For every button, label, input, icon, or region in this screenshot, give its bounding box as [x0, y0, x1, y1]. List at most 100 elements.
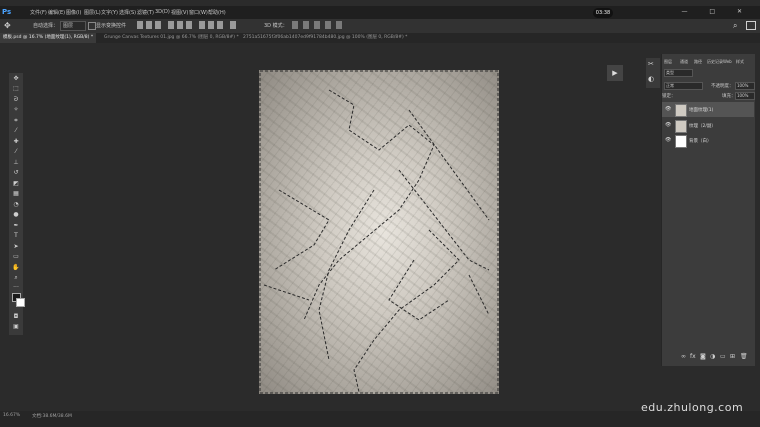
fill-label: 填充： [722, 94, 736, 99]
menu-item[interactable]: 编辑(E) [48, 9, 65, 16]
3d-mode-icon[interactable] [303, 21, 309, 29]
document-tab[interactable]: 模板.psd @ 16.7% (地面纹理(1), RGB/8) * [0, 33, 97, 43]
document-tab[interactable]: 2751a51675f3f06ab1407ed9f91784b480.jpg @… [243, 33, 407, 43]
layer-filter-dropdown[interactable]: 类型 [664, 69, 693, 77]
workspace-icon[interactable] [746, 21, 756, 30]
menu-item[interactable]: 滤镜(T) [137, 9, 154, 16]
align-icon[interactable] [146, 21, 152, 29]
visibility-eye-icon[interactable]: 👁 [665, 137, 671, 143]
move-tool-icon[interactable]: ✥ [4, 21, 11, 30]
lock-label: 锁定： [662, 94, 676, 99]
opacity-input[interactable]: 100% [735, 82, 755, 90]
photoshop-logo: Ps [2, 8, 12, 16]
menu-item[interactable]: 图像(I) [66, 9, 81, 16]
history-brush-icon[interactable]: ↺ [11, 169, 21, 177]
align-icon[interactable] [168, 21, 174, 29]
document-tab[interactable]: Grunge Canvas Textures 01.jpg @ 66.7% (图… [104, 33, 239, 43]
align-icon[interactable] [186, 21, 192, 29]
watermark: edu.zhulong.com [641, 401, 744, 414]
layer-style-icon[interactable]: fx [690, 353, 696, 360]
marquee-tool-icon[interactable]: ⬚ [11, 85, 21, 93]
zoom-tool-icon[interactable]: ⌕ [11, 274, 21, 282]
shape-tool-icon[interactable]: ▭ [11, 253, 21, 261]
search-icon[interactable]: ⌕ [733, 21, 737, 31]
window-controls[interactable]: — □ ✕ [681, 8, 752, 15]
adjustment-layer-icon[interactable]: ◑ [710, 353, 715, 360]
layer-thumbnail [675, 120, 687, 133]
menu-item[interactable]: 选择(S) [119, 9, 136, 16]
panel-tab[interactable]: 图层 [664, 59, 672, 65]
menu-item[interactable]: 视图(V) [171, 9, 188, 16]
layer-mask-icon[interactable]: ◙ [700, 353, 706, 360]
3d-mode-icon[interactable] [292, 21, 298, 29]
transform-label: 显示变换控件 [96, 23, 127, 29]
gradient-tool-icon[interactable]: ▦ [11, 190, 21, 198]
pen-tool-icon[interactable]: ✒ [11, 222, 21, 230]
clone-stamp-icon[interactable]: ⊥ [11, 159, 21, 167]
brush-tool-icon[interactable]: ⁄ [11, 148, 21, 156]
visibility-eye-icon[interactable]: 👁 [665, 122, 671, 128]
layer-name: 地面纹理(1) [689, 108, 714, 113]
menu-item[interactable]: 图层(L) [84, 9, 101, 16]
panel-tab[interactable]: 通道 [680, 59, 688, 65]
zoom-level[interactable]: 16.67% [3, 413, 20, 418]
align-icon[interactable] [199, 21, 205, 29]
type-tool-icon[interactable]: T [11, 232, 21, 240]
menu-item[interactable]: 帮助(H) [208, 9, 226, 16]
menu-item[interactable]: 文字(Y) [101, 9, 118, 16]
move-tool-icon[interactable]: ✥ [11, 75, 21, 83]
align-icon[interactable] [208, 21, 214, 29]
quick-mask-icon[interactable]: ◘ [11, 313, 21, 321]
lasso-tool-icon[interactable]: ᘐ [11, 96, 21, 104]
panel-tab[interactable]: Web [723, 59, 732, 64]
3d-mode-icon[interactable] [314, 21, 320, 29]
crop-tool-icon[interactable]: ⌗ [11, 117, 21, 125]
eraser-tool-icon[interactable]: ◩ [11, 180, 21, 188]
layer-thumbnail [675, 135, 687, 148]
auto-select-label: 自动选择： [33, 23, 59, 29]
align-icon[interactable] [177, 21, 183, 29]
align-icon[interactable] [137, 21, 143, 29]
3d-mode-label: 3D 模式： [264, 23, 288, 29]
align-icon[interactable] [155, 21, 161, 29]
panel-tab[interactable]: 历史记录 [707, 59, 723, 65]
more-tools-icon[interactable]: ··· [11, 284, 21, 292]
visibility-eye-icon[interactable]: 👁 [665, 106, 671, 112]
healing-brush-icon[interactable]: ✚ [11, 138, 21, 146]
opacity-label: 不透明度： [711, 84, 734, 89]
blur-tool-icon[interactable]: ◔ [11, 201, 21, 209]
magic-wand-icon[interactable]: ✧ [11, 106, 21, 114]
fill-input[interactable]: 100% [735, 92, 755, 100]
3d-mode-icon[interactable] [325, 21, 331, 29]
play-action-button[interactable]: ▶ [607, 65, 623, 81]
blend-mode-dropdown[interactable]: 正常 [664, 82, 703, 90]
layer-name: 纹理（2/副） [689, 124, 716, 129]
link-layers-icon[interactable]: ∞ [681, 353, 686, 360]
eyedropper-icon[interactable]: ⁄ [11, 127, 21, 135]
tools-panel-icon[interactable]: ✂ [648, 60, 654, 68]
hand-tool-icon[interactable]: ✋ [11, 264, 21, 272]
menu-item[interactable]: 文件(F) [30, 9, 47, 16]
screen-mode-icon[interactable]: ▣ [11, 323, 21, 331]
clock-badge: 03:38 [593, 8, 613, 18]
panel-tab[interactable]: 路径 [694, 59, 702, 65]
align-icon[interactable] [217, 21, 223, 29]
new-layer-icon[interactable]: ⊞ [730, 353, 735, 360]
group-icon[interactable]: ▭ [720, 353, 726, 360]
dodge-tool-icon[interactable]: ● [11, 211, 21, 219]
transform-checkbox[interactable] [88, 22, 96, 30]
menu-item[interactable]: 窗口(W) [189, 9, 208, 16]
document-info: 文档:38.6M/38.6M [32, 414, 72, 419]
layer-name: 背景（白） [689, 139, 712, 144]
layers-panel [661, 54, 755, 366]
align-icon[interactable] [230, 21, 236, 29]
auto-select-dropdown[interactable]: 图层 [60, 21, 86, 31]
adjustments-panel-icon[interactable]: ◐ [648, 75, 654, 83]
3d-mode-icon[interactable] [336, 21, 342, 29]
delete-layer-icon[interactable]: 🗑 [740, 353, 748, 360]
selection-marquee [259, 70, 499, 394]
panel-tab[interactable]: 样式 [736, 59, 744, 65]
path-selection-icon[interactable]: ➤ [11, 243, 21, 251]
background-color-swatch[interactable] [16, 298, 25, 307]
menu-item[interactable]: 3D(D) [155, 9, 170, 15]
